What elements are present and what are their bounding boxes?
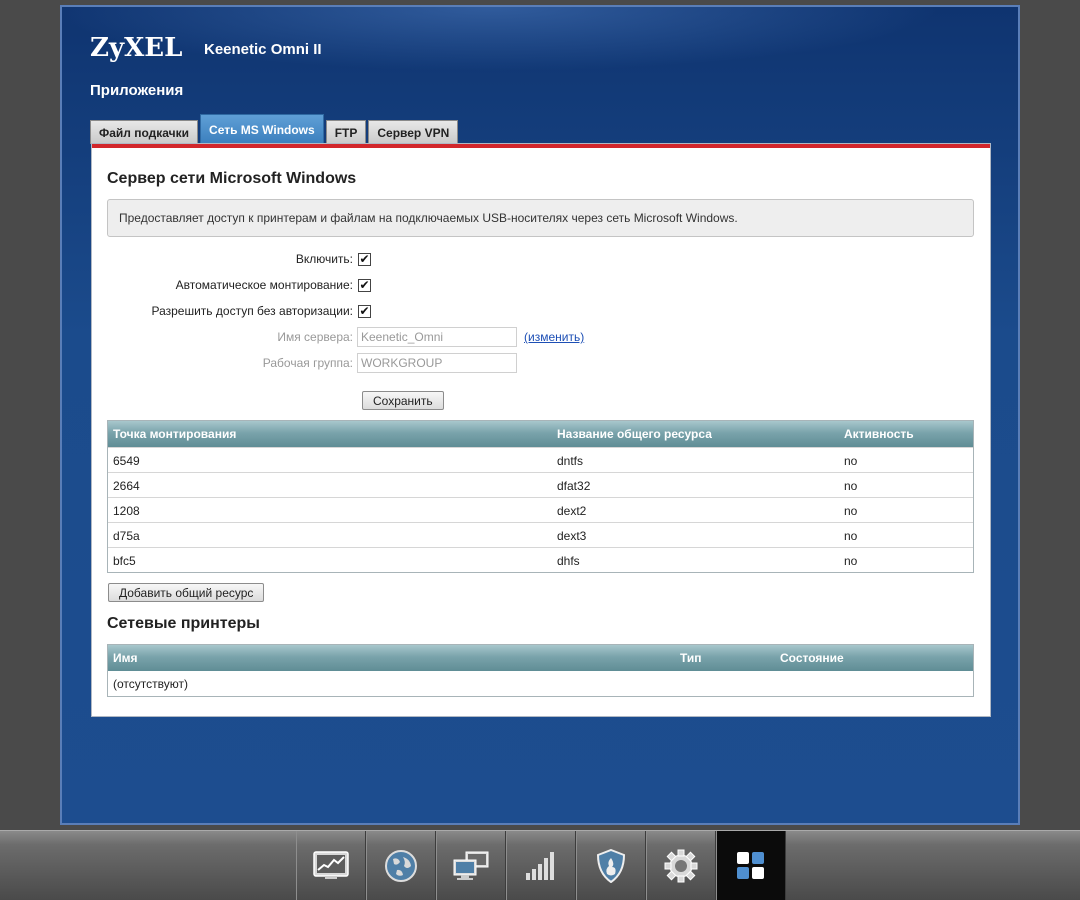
- dock-wifi[interactable]: [506, 831, 576, 900]
- tab-vpn-server[interactable]: Сервер VPN: [368, 120, 459, 144]
- col-activity: Активность: [844, 427, 914, 441]
- globe-icon: [385, 850, 417, 882]
- share-name-cell: dhfs: [557, 554, 580, 568]
- dock-system[interactable]: [646, 831, 716, 900]
- activity-cell: no: [844, 454, 858, 468]
- zyxel-logo: ZyXEL: [90, 33, 183, 63]
- servername-label: Имя сервера:: [277, 330, 353, 344]
- dock-home-network[interactable]: [436, 831, 506, 900]
- bottom-dock: [0, 830, 1080, 900]
- share-name-cell: dntfs: [557, 454, 584, 468]
- add-share-button[interactable]: Добавить общий ресурс: [108, 583, 265, 602]
- table-row[interactable]: d75a dext3 no: [108, 522, 973, 547]
- tab-swap-file[interactable]: Файл подкачки: [90, 120, 199, 144]
- workgroup-input[interactable]: [357, 353, 517, 373]
- printers-empty-text: (отсутствуют): [113, 677, 188, 691]
- col-printer-name: Имя: [113, 651, 138, 665]
- noauth-row: Разрешить доступ без авторизации: ✔: [92, 301, 371, 321]
- list-item: (отсутствуют): [108, 671, 973, 696]
- printers-table-header: Имя Тип Состояние: [108, 645, 973, 671]
- activity-cell: no: [844, 479, 858, 493]
- dock-monitor[interactable]: [296, 831, 366, 900]
- dock-internet[interactable]: [366, 831, 436, 900]
- servername-input[interactable]: [357, 327, 517, 347]
- monitor-chart-icon: [313, 851, 349, 879]
- section-title-printers: Сетевые принтеры: [107, 615, 260, 632]
- section-title-server: Сервер сети Microsoft Windows: [107, 170, 357, 187]
- col-mount-point: Точка монтирования: [113, 427, 237, 441]
- gear-icon: [664, 849, 698, 883]
- noauth-checkbox[interactable]: ✔: [358, 304, 371, 318]
- servername-row: Имя сервера: (изменить): [92, 327, 584, 347]
- tab-ftp[interactable]: FTP: [325, 120, 367, 144]
- main-frame: ZyXEL Keenetic Omni II Приложения Файл п…: [60, 5, 1020, 825]
- workgroup-label: Рабочая группа:: [262, 356, 353, 370]
- automount-row: Автоматическое монтирование: ✔: [92, 275, 371, 295]
- shares-table-header: Точка монтирования Название общего ресур…: [108, 421, 973, 447]
- description-box: Предоставляет доступ к принтерам и файла…: [107, 199, 974, 237]
- enable-checkbox[interactable]: ✔: [358, 252, 371, 266]
- enable-row: Включить: ✔: [92, 249, 371, 269]
- printers-table: Имя Тип Состояние (отсутствуют): [107, 644, 974, 697]
- table-row[interactable]: bfc5 dhfs no: [108, 547, 973, 572]
- network-computers-icon: [453, 851, 489, 880]
- page-title: Приложения: [90, 82, 184, 99]
- mount-point-cell: d75a: [113, 529, 140, 543]
- table-row[interactable]: 6549 dntfs no: [108, 447, 973, 472]
- change-servername-link[interactable]: (изменить): [524, 330, 584, 344]
- tab-ms-windows[interactable]: Сеть MS Windows: [200, 114, 324, 144]
- enable-label: Включить:: [295, 252, 353, 266]
- content-panel: Сервер сети Microsoft Windows Предоставл…: [92, 144, 990, 716]
- mount-point-cell: 2664: [113, 479, 140, 493]
- share-name-cell: dext3: [557, 529, 587, 543]
- mount-point-cell: 6549: [113, 454, 140, 468]
- automount-checkbox[interactable]: ✔: [358, 278, 371, 292]
- table-row[interactable]: 1208 dext2 no: [108, 497, 973, 522]
- shield-icon: [596, 849, 626, 883]
- col-share-name: Название общего ресурса: [557, 427, 712, 441]
- noauth-label: Разрешить доступ без авторизации:: [151, 304, 353, 318]
- apps-grid-icon: [737, 852, 764, 879]
- signal-bars-icon: [526, 852, 554, 880]
- share-name-cell: dext2: [557, 504, 587, 518]
- dock-items: [296, 831, 786, 900]
- shares-table: Точка монтирования Название общего ресур…: [107, 420, 974, 573]
- tab-bar: Файл подкачки Сеть MS Windows FTP Сервер…: [90, 114, 460, 144]
- col-printer-status: Состояние: [780, 651, 844, 665]
- workgroup-row: Рабочая группа:: [92, 353, 517, 373]
- col-printer-type: Тип: [680, 651, 702, 665]
- activity-cell: no: [844, 504, 858, 518]
- activity-cell: no: [844, 529, 858, 543]
- dock-security[interactable]: [576, 831, 646, 900]
- model-name: Keenetic Omni II: [204, 41, 322, 58]
- activity-cell: no: [844, 554, 858, 568]
- share-name-cell: dfat32: [557, 479, 591, 493]
- table-row[interactable]: 2664 dfat32 no: [108, 472, 973, 497]
- save-button[interactable]: Сохранить: [362, 391, 444, 410]
- dock-applications[interactable]: [716, 831, 786, 900]
- mount-point-cell: 1208: [113, 504, 140, 518]
- mount-point-cell: bfc5: [113, 554, 136, 568]
- automount-label: Автоматическое монтирование:: [175, 278, 353, 292]
